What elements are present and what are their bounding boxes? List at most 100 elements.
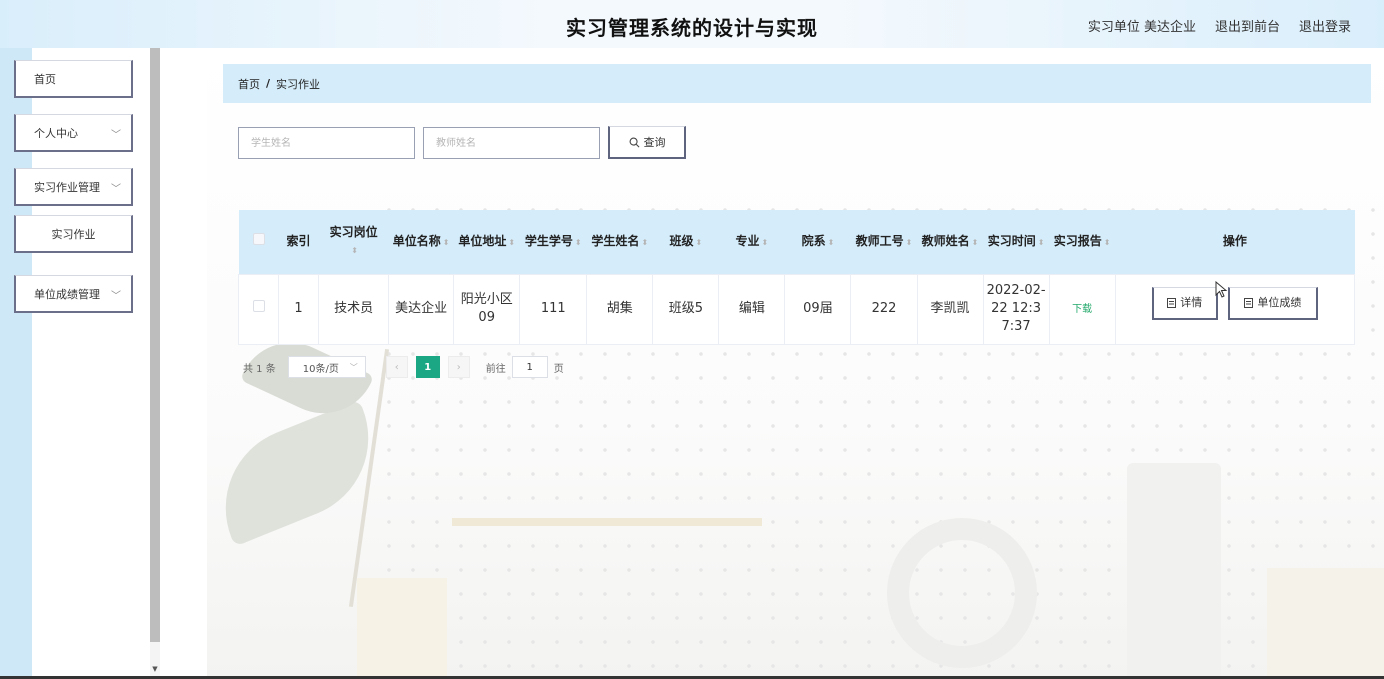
page-number-current[interactable]: 1 (415, 356, 440, 378)
search-button-label: 查询 (643, 136, 666, 149)
next-page-button[interactable]: › (447, 356, 470, 378)
download-report-link[interactable]: 下载 (1072, 304, 1092, 315)
column-header-class[interactable]: 班级 ⬍ (653, 210, 719, 274)
sort-icon[interactable]: ⬍ (762, 238, 769, 247)
unit-score-button[interactable]: 单位成绩 (1227, 286, 1318, 320)
background-leaf (207, 399, 393, 547)
page-suffix-label: 页 (553, 363, 564, 375)
sidebar-scrollbar-thumb[interactable] (150, 48, 160, 642)
teacher-name-input[interactable] (423, 127, 600, 159)
sort-icon[interactable]: ⬍ (695, 238, 702, 247)
column-header-report[interactable]: 实习报告 ⬍ (1049, 210, 1115, 274)
prev-page-button[interactable]: ‹ (385, 356, 408, 378)
header-links: 实习单位 美达企业 退出到前台 退出登录 (1088, 16, 1351, 35)
top-header: 实习管理系统的设计与实现 实习单位 美达企业 退出到前台 退出登录 (0, 0, 1384, 48)
exit-to-front-link[interactable]: 退出到前台 (1215, 16, 1280, 35)
scroll-down-arrow-icon[interactable]: ▼ (150, 662, 160, 676)
column-header-major[interactable]: 专业 ⬍ (719, 210, 785, 274)
sidebar-item-home[interactable]: 首页 (14, 60, 133, 98)
chevron-right-icon: › (456, 361, 461, 373)
cell-time: 2022-02-22 12:37:37 (982, 273, 1050, 345)
column-header-index: 索引 (286, 234, 311, 249)
detail-button-label: 详情 (1180, 295, 1203, 309)
breadcrumb-current: 实习作业 (276, 77, 321, 91)
column-header-position[interactable]: 实习岗位 ⬍ (319, 210, 389, 274)
sort-icon[interactable]: ⬍ (508, 238, 515, 247)
sidebar-item-label: 实习作业管理 (34, 180, 100, 194)
row-checkbox-cell (237, 273, 280, 345)
pagination-total: 共 1 条 (243, 363, 276, 375)
breadcrumb-separator: / (266, 77, 271, 90)
cell-address: 阳光小区09 (453, 273, 521, 345)
search-button[interactable]: 查询 (608, 126, 686, 159)
cell-student-name: 胡集 (586, 273, 654, 345)
logout-link[interactable]: 退出登录 (1299, 16, 1351, 35)
column-header-teacher-name[interactable]: 教师姓名 ⬍ (917, 210, 983, 274)
column-header-teacher-no[interactable]: 教师工号 ⬍ (851, 210, 917, 274)
sidebar-item-label: 单位成绩管理 (34, 287, 100, 301)
column-header-actions: 操作 (1222, 234, 1247, 249)
sidebar-item-label: 首页 (34, 72, 56, 86)
sidebar-item-label: 个人中心 (34, 126, 78, 140)
sidebar-item-score-management[interactable]: 单位成绩管理 ﹀ (14, 275, 133, 313)
sort-icon[interactable]: ⬍ (443, 238, 450, 247)
sort-icon[interactable]: ⬍ (351, 246, 358, 255)
detail-button[interactable]: 详情 (1151, 286, 1218, 320)
background-block (357, 578, 447, 679)
chevron-left-icon: ‹ (394, 361, 399, 373)
select-all-checkbox[interactable] (252, 233, 265, 246)
goto-page-input[interactable]: 1 (511, 356, 548, 378)
column-header-address[interactable]: 单位地址 ⬍ (454, 210, 520, 274)
sort-icon[interactable]: ⬍ (1104, 238, 1111, 247)
sort-icon[interactable]: ⬍ (1038, 238, 1045, 247)
page-size-select[interactable]: 10条/页 ﹀ (287, 356, 366, 378)
goto-label: 前往 (485, 363, 506, 375)
column-header-time[interactable]: 实习时间 ⬍ (983, 210, 1049, 274)
cell-index: 1 (278, 273, 320, 345)
cell-report: 下载 (1048, 273, 1116, 345)
page-size-value: 10条/页 (302, 363, 339, 375)
document-icon (1167, 297, 1177, 308)
sidebar-item-homework[interactable]: 实习作业 (14, 215, 133, 253)
table-header-row: 索引 实习岗位 ⬍ 单位名称 ⬍ 单位地址 ⬍ 学生学号 ⬍ 学生姓名 ⬍ 班级 ⬍ 专业 ⬍… (238, 210, 1355, 274)
row-checkbox[interactable] (252, 300, 265, 312)
sort-icon[interactable]: ⬍ (906, 238, 913, 247)
chevron-down-icon: ﹀ (111, 291, 121, 302)
search-icon (629, 137, 639, 147)
select-all-checkbox-cell (239, 210, 279, 274)
column-header-student-name[interactable]: 学生姓名 ⬍ (587, 210, 653, 274)
chevron-down-icon: ﹀ (111, 130, 121, 141)
column-header-department[interactable]: 院系 ⬍ (785, 210, 851, 274)
sort-icon[interactable]: ⬍ (972, 238, 979, 247)
cell-student-no: 111 (519, 273, 588, 345)
sort-icon[interactable]: ⬍ (575, 238, 582, 247)
sidebar-gap (160, 48, 207, 679)
background-ring (887, 518, 1037, 668)
table-row: 1 技术员 美达企业 阳光小区09 111 胡集 班级5 编辑 09届 222 … (237, 273, 1356, 345)
cell-position: 技术员 (318, 273, 390, 345)
chevron-down-icon: ﹀ (349, 362, 358, 372)
background-pillar (1127, 463, 1221, 679)
cell-teacher-name: 李凯凯 (916, 273, 984, 345)
student-name-input[interactable] (238, 127, 415, 159)
breadcrumb-home[interactable]: 首页 (238, 76, 260, 92)
sort-icon[interactable]: ⬍ (828, 238, 835, 247)
cell-major: 编辑 (718, 273, 786, 345)
background-shelf (452, 518, 762, 526)
column-header-company[interactable]: 单位名称 ⬍ (389, 210, 454, 274)
cell-class: 班级5 (652, 273, 720, 345)
cell-department: 09届 (784, 273, 852, 345)
sidebar-item-homework-management[interactable]: 实习作业管理 ﹀ (14, 168, 133, 206)
pagination: 共 1 条 10条/页 ﹀ ‹ 1 › 前往 1 页 (243, 356, 564, 378)
background-block (1267, 568, 1384, 679)
sort-icon[interactable]: ⬍ (641, 238, 648, 247)
sidebar-item-label: 实习作业 (51, 227, 96, 241)
cell-company: 美达企业 (388, 273, 455, 345)
current-user-label: 实习单位 美达企业 (1087, 20, 1196, 35)
main-content: 首页 / 实习作业 查询 索引 实习岗位⬍ 单位名称⬍ 单位地址⬍ (207, 48, 1384, 679)
homework-table: 索引 实习岗位 ⬍ 单位名称 ⬍ 单位地址 ⬍ 学生学号 ⬍ 学生姓名 ⬍ 班级 ⬍ 专业 ⬍… (237, 210, 1356, 345)
document-icon (1244, 297, 1254, 308)
sidebar-item-personal-center[interactable]: 个人中心 ﹀ (14, 114, 133, 152)
chevron-down-icon: ﹀ (111, 184, 121, 195)
column-header-student-no[interactable]: 学生学号 ⬍ (520, 210, 587, 274)
